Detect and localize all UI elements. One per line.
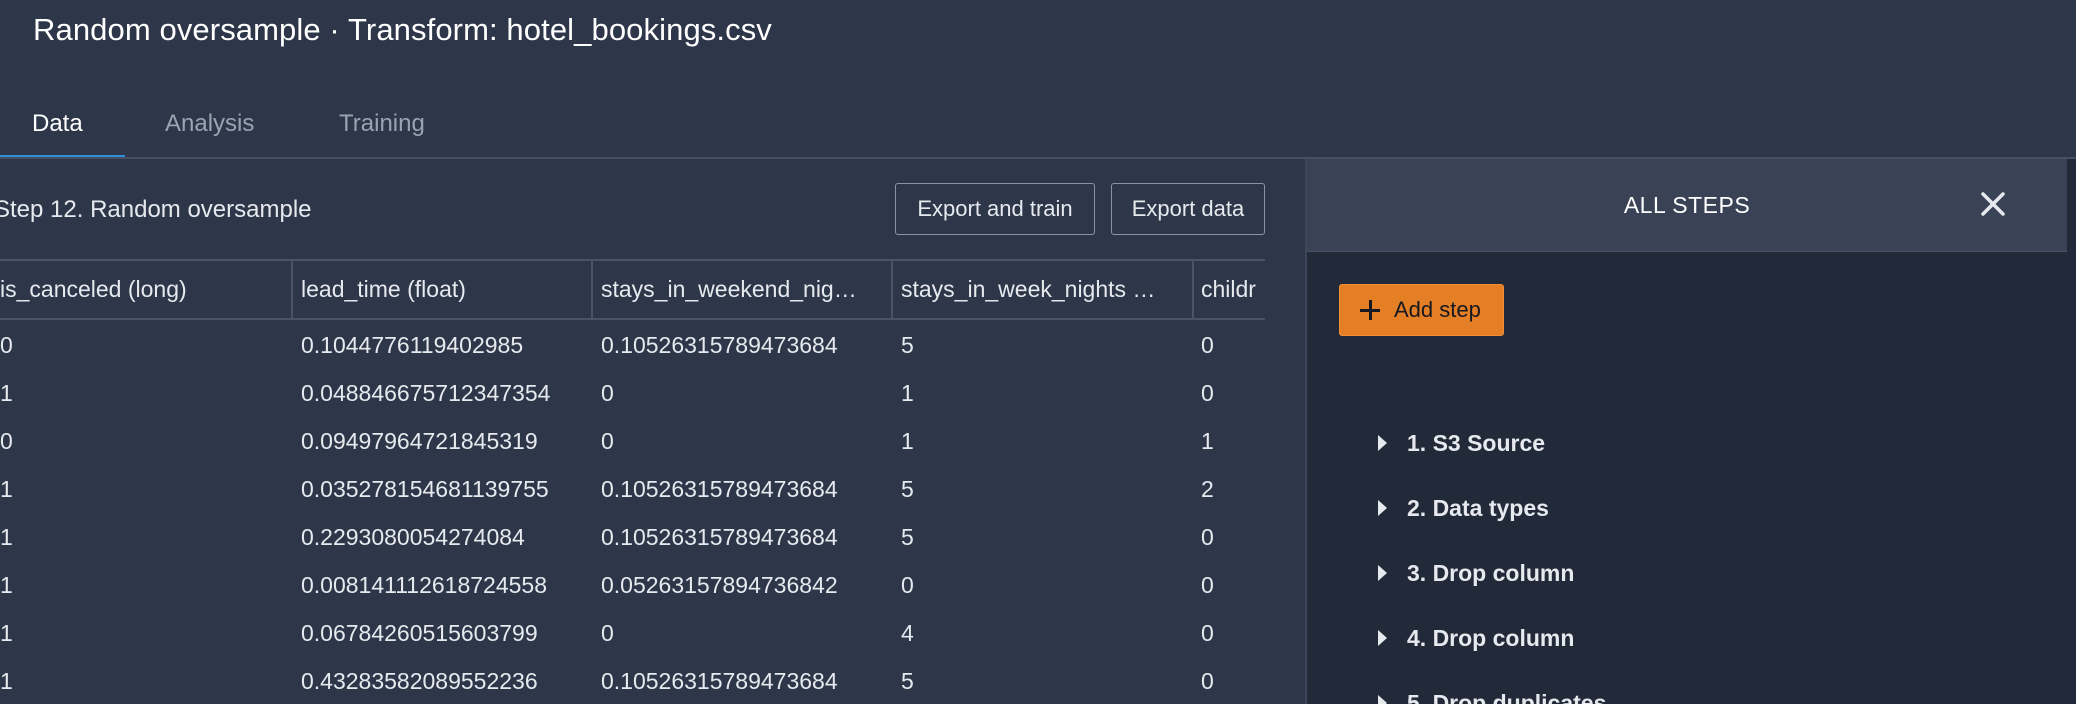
step-item-drop-duplicates[interactable]: 5. Drop duplicates (1378, 683, 1606, 704)
expand-caret-icon[interactable] (1378, 630, 1387, 646)
table-cell: 0.10526315789473684 (601, 667, 838, 694)
table-cell: 5 (901, 667, 914, 694)
table-cell: 0 (1201, 523, 1214, 550)
table-cell: 5 (901, 331, 914, 358)
data-table: is_canceled (long) lead_time (float) sta… (0, 259, 1265, 704)
expand-caret-icon[interactable] (1378, 435, 1387, 451)
step-item-s3-source[interactable]: 1. S3 Source (1378, 423, 1545, 463)
step-label: 5. Drop duplicates (1407, 689, 1607, 704)
step-label: 1. S3 Source (1407, 429, 1546, 456)
table-row: 1 0.035278154681139755 0.105263157894736… (0, 465, 1265, 513)
table-row: 0 0.09497964721845319 0 1 1 (0, 417, 1265, 465)
table-cell: 1 (0, 523, 13, 550)
column-divider[interactable] (1192, 261, 1194, 318)
tab-data[interactable]: Data (32, 110, 83, 138)
table-cell: 0 (601, 427, 614, 454)
table-cell: 0.10526315789473684 (601, 523, 838, 550)
table-cell: 0.43283582089552236 (301, 667, 538, 694)
step-item-data-types[interactable]: 2. Data types (1378, 488, 1549, 528)
table-cell: 0.10526315789473684 (601, 331, 838, 358)
table-cell: 0 (0, 331, 13, 358)
tab-training[interactable]: Training (339, 110, 425, 138)
table-row: 1 0.2293080054274084 0.10526315789473684… (0, 513, 1265, 561)
table-cell: 0 (1201, 571, 1214, 598)
table-cell: 1 (901, 427, 914, 454)
add-step-button[interactable]: Add step (1339, 284, 1504, 336)
step-item-drop-column-1[interactable]: 3. Drop column (1378, 553, 1574, 593)
expand-caret-icon[interactable] (1378, 500, 1387, 516)
close-icon[interactable] (1976, 187, 2010, 221)
table-cell: 0 (1201, 619, 1214, 646)
expand-caret-icon[interactable] (1378, 695, 1387, 704)
table-cell: 0.008141112618724558 (301, 571, 548, 598)
table-cell: 0.2293080054274084 (301, 523, 525, 550)
table-cell: 0 (1201, 331, 1214, 358)
table-row: 0 0.1044776119402985 0.10526315789473684… (0, 321, 1265, 369)
table-cell: 0.10526315789473684 (601, 475, 838, 502)
all-steps-header: ALL STEPS (1307, 159, 2067, 252)
column-header-children[interactable]: childr (1201, 261, 1265, 318)
table-cell: 1 (901, 379, 914, 406)
export-data-button[interactable]: Export data (1111, 183, 1265, 235)
table-cell: 0 (0, 427, 13, 454)
table-row: 1 0.43283582089552236 0.1052631578947368… (0, 657, 1265, 704)
column-divider[interactable] (891, 261, 893, 318)
table-cell: 2 (1201, 475, 1214, 502)
export-and-train-button[interactable]: Export and train (895, 183, 1095, 235)
page-title: Random oversample · Transform: hotel_boo… (33, 12, 772, 47)
table-cell: 1 (0, 667, 13, 694)
table-header: is_canceled (long) lead_time (float) sta… (0, 259, 1265, 320)
table-cell: 4 (901, 619, 914, 646)
table-cell: 1 (0, 475, 13, 502)
step-label: 2. Data types (1407, 494, 1549, 521)
table-cell: 0.05263157894736842 (601, 571, 838, 598)
all-steps-panel: ALL STEPS Add step 1. S3 Source 2. Data … (1305, 159, 2076, 704)
column-divider[interactable] (291, 261, 293, 318)
plus-icon (1360, 300, 1380, 320)
current-step-title: Step 12. Random oversample (0, 196, 312, 223)
table-cell: 0 (1201, 379, 1214, 406)
expand-caret-icon[interactable] (1378, 565, 1387, 581)
table-cell: 0.035278154681139755 (301, 475, 549, 502)
column-header-stays-week[interactable]: stays_in_week_nights … (901, 261, 1191, 318)
table-cell: 1 (0, 379, 13, 406)
table-cell: 0.06784260515603799 (301, 619, 538, 646)
table-cell: 0 (901, 571, 914, 598)
table-cell: 1 (1201, 427, 1214, 454)
step-label: 3. Drop column (1407, 559, 1575, 586)
table-cell: 0 (1201, 667, 1214, 694)
column-header-lead-time[interactable]: lead_time (float) (301, 261, 589, 318)
table-row: 1 0.008141112618724558 0.052631578947368… (0, 561, 1265, 609)
table-row: 1 0.06784260515603799 0 4 0 (0, 609, 1265, 657)
all-steps-title: ALL STEPS (1623, 192, 1751, 218)
table-cell: 0.09497964721845319 (301, 427, 538, 454)
table-cell: 5 (901, 523, 914, 550)
table-cell: 0.1044776119402985 (301, 331, 524, 358)
column-header-stays-weekend[interactable]: stays_in_weekend_nig… (601, 261, 889, 318)
table-cell: 5 (901, 475, 914, 502)
table-cell: 0 (601, 619, 614, 646)
column-header-is-canceled[interactable]: is_canceled (long) (0, 261, 290, 318)
column-divider[interactable] (591, 261, 593, 318)
table-cell: 0 (601, 379, 614, 406)
table-cell: 1 (0, 571, 13, 598)
table-cell: 1 (0, 619, 13, 646)
add-step-label: Add step (1394, 297, 1481, 322)
table-row: 1 0.048846675712347354 0 1 0 (0, 369, 1265, 417)
tab-bar: Data Analysis Training (0, 96, 1305, 158)
step-label: 4. Drop column (1407, 624, 1575, 651)
step-item-drop-column-2[interactable]: 4. Drop column (1378, 618, 1574, 658)
table-cell: 0.048846675712347354 (301, 379, 551, 406)
app-window: Random oversample · Transform: hotel_boo… (0, 0, 2076, 704)
tab-analysis[interactable]: Analysis (165, 110, 254, 138)
